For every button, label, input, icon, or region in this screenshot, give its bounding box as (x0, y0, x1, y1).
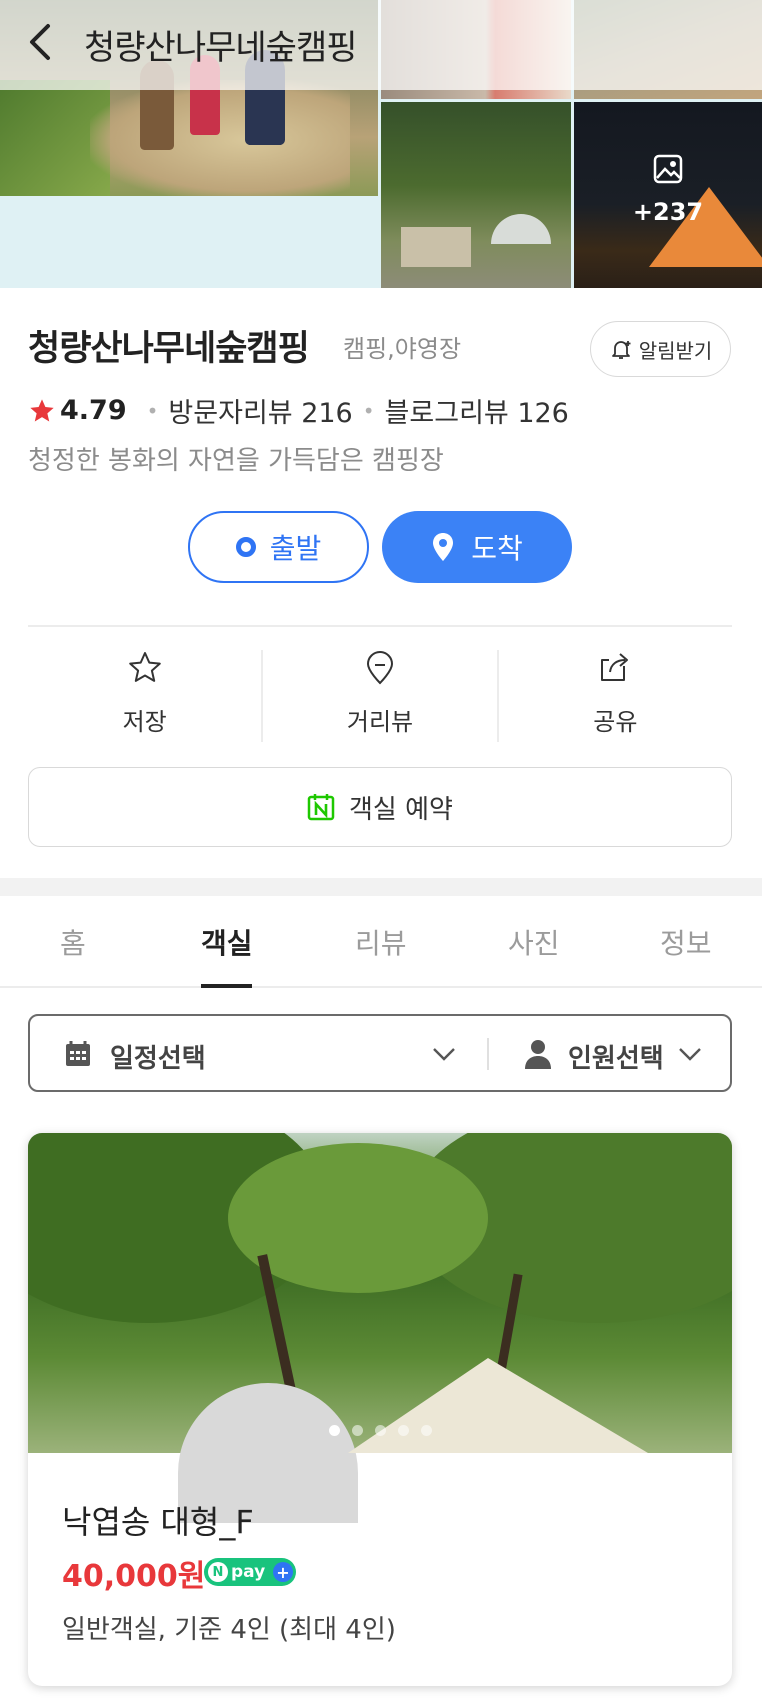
star-outline-icon (128, 652, 161, 682)
share-button[interactable]: 공유 (499, 650, 732, 742)
place-description: 청정한 봉화의 자연을 가득담은 캠핑장 (28, 446, 444, 476)
place-name: 청량산나무네숲캠핑 (28, 329, 310, 369)
visitor-reviews-link[interactable]: 방문자리뷰 216 (168, 391, 352, 430)
active-tab-indicator (201, 984, 252, 988)
chevron-down-icon[interactable] (678, 1044, 702, 1064)
alarm-button[interactable]: 알림받기 (590, 321, 731, 377)
top-bar: 청량산나무네숲캠핑 (0, 0, 762, 90)
rating-row: 4.79 • 방문자리뷰 216 • 블로그리뷰 126 (28, 391, 569, 430)
place-category: 캠핑,야영장 (343, 335, 462, 363)
person-icon (525, 1040, 551, 1069)
naver-booking-icon (307, 794, 335, 821)
route-start-label: 출발 (269, 532, 322, 565)
naver-n-icon: N (208, 1562, 228, 1582)
alarm-label: 알림받기 (638, 338, 713, 363)
room-filter-bar: 일정선택 인원선택 (28, 1014, 732, 1092)
tab-home[interactable]: 홈 (60, 922, 86, 962)
route-end-button[interactable]: 도착 (382, 511, 572, 583)
map-pin-outline-icon (366, 651, 393, 685)
people-select[interactable]: 인원선택 (568, 1038, 664, 1075)
save-label: 저장 (122, 708, 167, 736)
room-card[interactable]: 낙엽송 대형_F 40,000원 N pay + 일반객실, 기준 4인 (최대… (28, 1133, 732, 1686)
room-name: 낙엽송 대형_F (62, 1503, 254, 1541)
save-button[interactable]: 저장 (28, 650, 261, 742)
tab-rooms[interactable]: 객실 (201, 922, 253, 962)
divider (28, 625, 732, 627)
route-start-button[interactable]: 출발 (188, 511, 369, 583)
more-photos-count: +237 (632, 198, 704, 226)
chevron-down-icon[interactable] (432, 1044, 456, 1064)
route-end-label: 도착 (471, 532, 523, 565)
tab-photos[interactable]: 사진 (508, 922, 560, 962)
room-photo[interactable] (28, 1133, 732, 1523)
bell-plus-icon (611, 341, 631, 359)
calendar-icon (66, 1041, 90, 1066)
location-pin-icon (433, 533, 454, 561)
share-icon (601, 653, 629, 681)
room-reserve-label: 객실 예약 (349, 794, 453, 825)
top-bar-title: 청량산나무네숲캠핑 (84, 28, 358, 68)
street-view-button[interactable]: 거리뷰 (263, 650, 496, 742)
tab-bar: 홈 객실 리뷰 사진 정보 (0, 896, 762, 988)
plus-icon: + (273, 1562, 293, 1582)
action-bar: 저장 거리뷰 공유 (28, 650, 732, 742)
section-separator (0, 878, 762, 896)
rating-value: 4.79 (60, 395, 127, 426)
gallery-photo-more[interactable]: +237 (574, 102, 762, 288)
date-select[interactable]: 일정선택 (110, 1038, 206, 1075)
blog-reviews-link[interactable]: 블로그리뷰 126 (385, 391, 569, 430)
image-icon (653, 154, 683, 184)
gallery-photo-4[interactable] (381, 102, 571, 288)
room-description: 일반객실, 기준 4인 (최대 4인) (62, 1615, 396, 1645)
image-pagination (28, 1425, 732, 1436)
tab-reviews[interactable]: 리뷰 (355, 922, 407, 962)
npay-badge: N pay + (204, 1558, 296, 1586)
room-price: 40,000원 (62, 1559, 206, 1594)
back-arrow-icon[interactable] (24, 22, 60, 62)
share-label: 공유 (593, 708, 638, 736)
start-marker-icon (235, 537, 256, 557)
photo-gallery[interactable]: +237 청량산나무네숲캠핑 (0, 0, 762, 288)
room-reserve-button[interactable]: 객실 예약 (28, 767, 732, 847)
star-rating-icon (30, 398, 54, 421)
street-view-label: 거리뷰 (346, 708, 414, 736)
tab-info[interactable]: 정보 (660, 922, 712, 962)
